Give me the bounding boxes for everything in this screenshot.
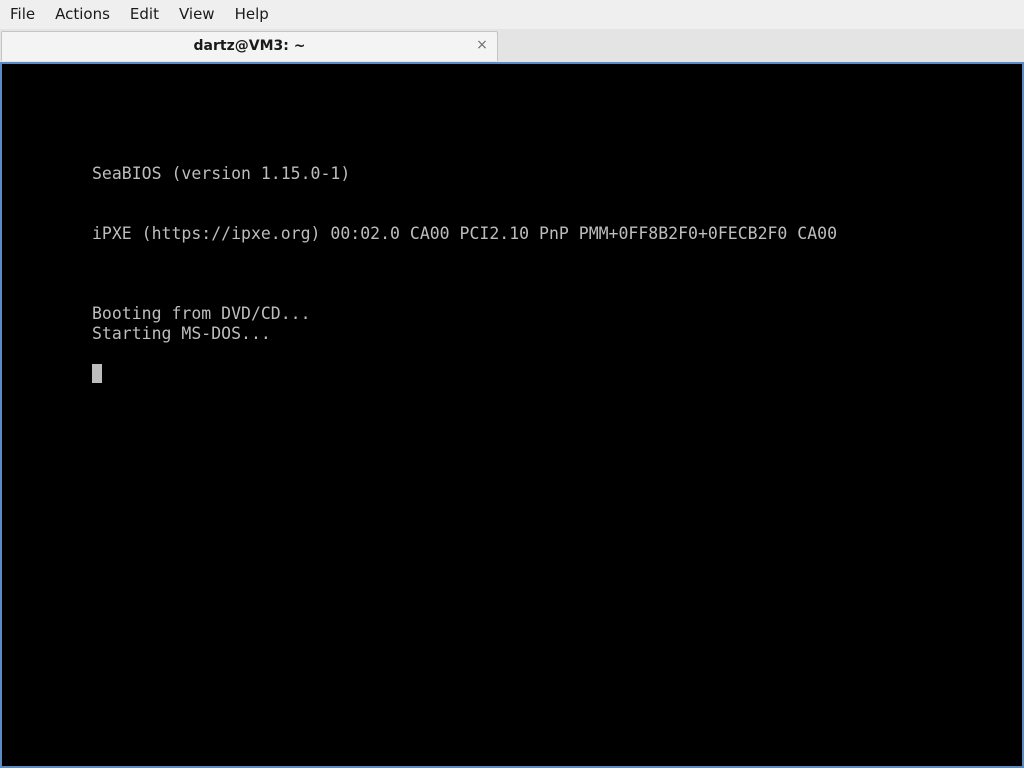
tab-terminal[interactable]: dartz@VM3: ~ × [1,31,498,61]
menu-edit[interactable]: Edit [120,0,169,29]
terminal-line-bios: SeaBIOS (version 1.15.0-1) [92,164,351,183]
menu-file[interactable]: File [0,0,45,29]
menubar: File Actions Edit View Help [0,0,1024,29]
menu-help[interactable]: Help [225,0,279,29]
menu-view[interactable]: View [169,0,225,29]
terminal-window: File Actions Edit View Help dartz@VM3: ~… [0,0,1024,768]
terminal-line-starting: Starting MS-DOS... [92,324,271,343]
tab-bar: dartz@VM3: ~ × [0,29,1024,63]
menu-actions[interactable]: Actions [45,0,120,29]
terminal-cursor [92,364,102,383]
terminal-line-booting: Booting from DVD/CD... [92,304,311,323]
close-icon[interactable]: × [475,38,489,52]
tab-title: dartz@VM3: ~ [193,38,306,54]
terminal-view[interactable]: SeaBIOS (version 1.15.0-1) iPXE (https:/… [0,62,1024,768]
terminal-line-ipxe: iPXE (https://ipxe.org) 00:02.0 CA00 PCI… [92,224,838,243]
